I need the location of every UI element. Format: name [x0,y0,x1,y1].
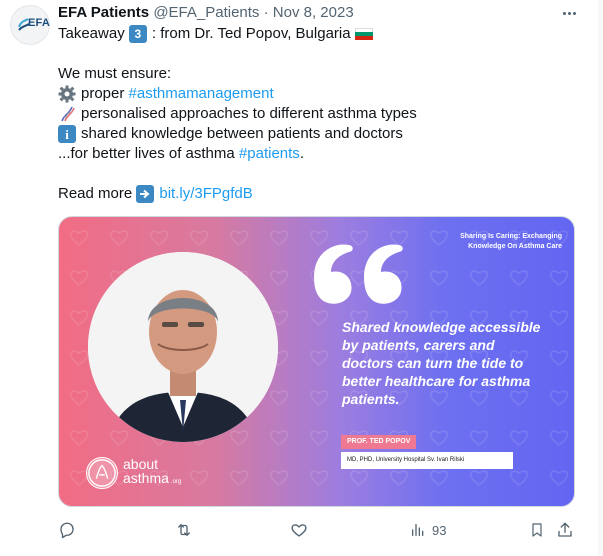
item-3: i shared knowledge between patients and … [58,124,578,144]
views-button[interactable]: 93 [410,519,446,541]
dna-icon [61,106,75,122]
retweet-button[interactable] [174,519,194,541]
more-icon [562,11,566,15]
brand-logo: about asthma .org [86,457,181,489]
scrollbar[interactable] [598,0,603,556]
like-icon [291,524,307,537]
reply-icon [60,522,74,539]
read-more-line: Read more bit.ly/3FPgfdB [58,184,578,204]
speaker-title: MD, PHD, University Hospital Sv. Ivan Ri… [341,452,513,469]
action-bar: 93 [58,519,578,541]
read-more-link[interactable]: bit.ly/3FPgfdB [159,184,252,204]
share-button[interactable] [556,519,574,541]
like-button[interactable] [290,519,308,541]
closing-period: . [299,145,304,162]
keycap-3-icon: 3 [128,25,147,43]
closing-line: ...for better lives of asthma #patients. [58,144,578,164]
item3-text: shared knowledge between patients and do… [81,125,403,142]
brand-suffix: .org [170,479,182,485]
avatar[interactable]: EFA [10,5,50,45]
views-icon [412,524,424,536]
post-date[interactable]: Nov 8, 2023 [273,4,354,21]
brand-line-2: asthma [123,470,169,486]
item-2: personalised approaches to different ast… [58,104,578,124]
header-separator: · [263,4,269,21]
item-1: proper #asthmamanagement [58,84,578,104]
hashtag-patients[interactable]: #patients [239,144,300,164]
brand-line-1: about [123,456,159,472]
card-tag-line-2: Knowledge On Asthma Care [468,243,562,250]
quote-mark-icon [314,244,403,304]
user-handle[interactable]: @EFA_Patients [153,4,259,21]
bookmark-icon [532,523,542,537]
tweet-text: Takeaway 3: from Dr. Ted Popov, Bulgaria… [58,24,578,204]
avatar-text: EFA [28,17,50,29]
line1-suffix: : from Dr. Ted Popov, Bulgaria [151,25,351,42]
intro-line: We must ensure: [58,64,578,84]
card-tag-line-1: Sharing Is Caring: Exchanging [460,233,562,240]
aboutasthma-logo-icon [86,457,118,489]
media-image[interactable]: Sharing Is Caring: Exchanging Knowledge … [58,216,575,507]
tweet-line-1: Takeaway 3: from Dr. Ted Popov, Bulgaria [58,24,578,44]
gear-icon [58,85,76,103]
views-count: 93 [432,522,447,538]
bookmark-button[interactable] [529,519,545,541]
display-name[interactable]: EFA Patients [58,4,149,21]
brand-text: about asthma .org [123,457,181,489]
hashtag-asthmamanagement[interactable]: #asthmamanagement [129,84,274,104]
tweet-header: EFA Patients @EFA_Patients · Nov 8, 2023 [58,3,563,23]
reply-button[interactable] [58,519,76,541]
more-button[interactable] [557,4,581,22]
speaker-name: PROF. TED POPOV [341,435,417,449]
info-icon: i [58,125,76,143]
item1-text: proper [81,85,125,102]
arrow-right-icon [136,185,155,203]
line1-prefix: Takeaway [58,25,125,42]
share-icon [558,522,572,537]
portrait-illustration [88,252,278,442]
speaker-photo [88,252,278,442]
read-more-text: Read more [58,185,133,202]
retweet-icon [178,524,190,536]
intro-text: We must ensure: [58,65,172,82]
tweet: EFA EFA Patients @EFA_Patients · Nov 8, … [0,0,603,556]
bulgaria-flag-icon [354,28,373,40]
quote-text: Shared knowledge accessible by patients,… [342,319,541,407]
closing-text: ...for better lives of asthma [58,145,235,162]
item2-text: personalised approaches to different ast… [81,105,417,122]
card-tag: Sharing Is Caring: Exchanging Knowledge … [412,232,562,252]
